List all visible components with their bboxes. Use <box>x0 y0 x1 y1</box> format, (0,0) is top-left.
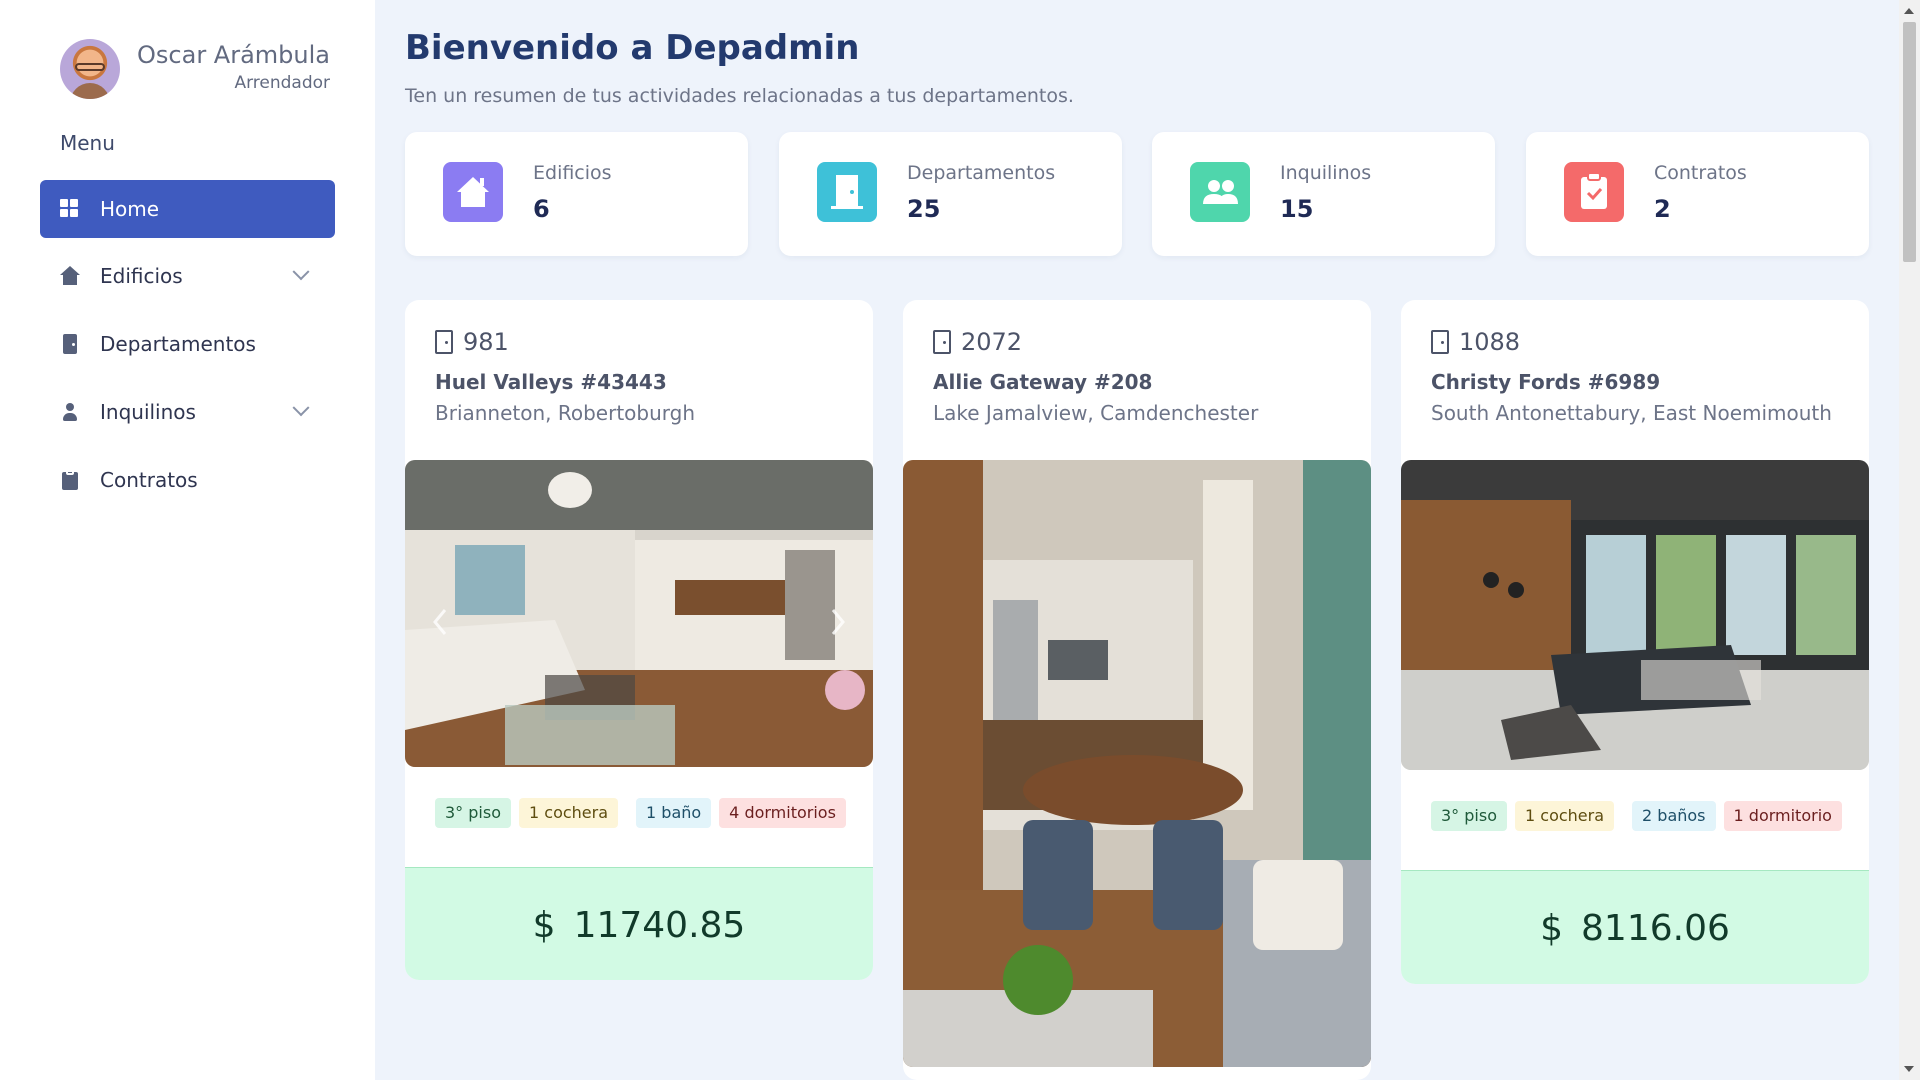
users-icon <box>1190 162 1250 222</box>
sidebar-item-home[interactable]: Home <box>40 180 335 238</box>
sidebar-item-edificios[interactable]: Edificios <box>40 247 335 305</box>
user-role: Arrendador <box>234 73 330 93</box>
bath-badge: 2 baños <box>1632 801 1716 831</box>
floor-badge: 3° piso <box>435 798 511 828</box>
stat-value: 6 <box>533 195 550 223</box>
stat-label: Departamentos <box>907 162 1056 184</box>
user-icon <box>60 402 80 422</box>
apartment-photo[interactable] <box>903 460 1371 1067</box>
floor-badge: 3° piso <box>1431 801 1507 831</box>
house-icon <box>60 266 80 286</box>
stat-label: Edificios <box>533 162 612 184</box>
chevron-down-icon[interactable] <box>292 399 310 417</box>
apartment-number-row: 2072 <box>933 328 1022 356</box>
apartment-city: Brianneton, Robertoburgh <box>435 401 696 425</box>
sidebar-item-contratos[interactable]: Contratos <box>40 451 335 509</box>
apartment-tags: 3° piso 1 cochera 1 baño 4 dormitorios <box>435 798 846 828</box>
scroll-down-arrow-icon[interactable] <box>1904 1066 1914 1072</box>
apartment-photo[interactable] <box>1401 460 1869 770</box>
price-box: $ 11740.85 <box>405 867 873 980</box>
price-value: 8116.06 <box>1581 907 1730 949</box>
bedrooms-badge: 4 dormitorios <box>719 798 846 828</box>
price-value: 11740.85 <box>573 904 746 946</box>
page-title: Bienvenido a Depadmin <box>405 28 860 68</box>
currency-symbol: $ <box>1540 907 1564 949</box>
apartment-number-row: 981 <box>435 328 509 356</box>
apartment-address: Allie Gateway #208 <box>933 370 1153 394</box>
door-icon <box>435 330 453 354</box>
stat-card-edificios[interactable]: Edificios 6 <box>405 132 748 256</box>
apartment-card[interactable]: 1088 Christy Fords #6989 South Antonetta… <box>1401 300 1869 984</box>
door-icon <box>60 334 80 354</box>
apartment-number: 981 <box>463 328 509 356</box>
apartment-tags: 3° piso 1 cochera 2 baños 1 dormitorio <box>1431 801 1842 831</box>
apartment-number-row: 1088 <box>1431 328 1520 356</box>
sidebar-item-inquilinos[interactable]: Inquilinos <box>40 383 335 441</box>
user-name: Oscar Arámbula <box>137 41 330 69</box>
sidebar-item-label: Home <box>100 197 160 221</box>
apartment-photo-carousel[interactable] <box>405 460 873 767</box>
stat-value: 2 <box>1654 195 1671 223</box>
sidebar-item-label: Contratos <box>100 468 198 492</box>
sidebar-item-label: Edificios <box>100 264 183 288</box>
page-subtitle: Ten un resumen de tus actividades relaci… <box>405 85 1074 107</box>
clipboard-check-icon <box>1564 162 1624 222</box>
apartment-address: Huel Valleys #43443 <box>435 370 667 394</box>
apartment-address: Christy Fords #6989 <box>1431 370 1661 394</box>
apartment-card[interactable]: 2072 Allie Gateway #208 Lake Jamalview, … <box>903 300 1371 1080</box>
menu-title: Menu <box>60 131 115 155</box>
avatar <box>60 39 120 99</box>
apartment-city: Lake Jamalview, Camdenchester <box>933 401 1259 425</box>
scroll-thumb[interactable] <box>1903 22 1916 262</box>
garage-badge: 1 cochera <box>1515 801 1615 831</box>
grid-icon <box>60 199 80 219</box>
apartment-card[interactable]: 981 Huel Valleys #43443 Brianneton, Robe… <box>405 300 873 980</box>
sidebar-item-label: Inquilinos <box>100 400 196 424</box>
stat-value: 25 <box>907 195 941 223</box>
house-icon <box>443 162 503 222</box>
scroll-up-arrow-icon[interactable] <box>1904 8 1914 14</box>
stat-card-inquilinos[interactable]: Inquilinos 15 <box>1152 132 1495 256</box>
stat-label: Contratos <box>1654 162 1747 184</box>
price-box: $ 8116.06 <box>1401 870 1869 984</box>
apartment-number: 2072 <box>961 328 1023 356</box>
door-icon <box>817 162 877 222</box>
stat-label: Inquilinos <box>1280 162 1372 184</box>
bedrooms-badge: 1 dormitorio <box>1723 801 1842 831</box>
stat-value: 15 <box>1280 195 1314 223</box>
sidebar-item-label: Departamentos <box>100 332 256 356</box>
sidebar-item-departamentos[interactable]: Departamentos <box>40 315 335 373</box>
clipboard-icon <box>60 470 80 490</box>
stat-card-contratos[interactable]: Contratos 2 <box>1526 132 1869 256</box>
door-icon <box>1431 330 1449 354</box>
vertical-scrollbar[interactable] <box>1899 0 1920 1080</box>
door-icon <box>933 330 951 354</box>
chevron-down-icon[interactable] <box>292 263 310 281</box>
apartment-city: South Antonettabury, East Noemimouth <box>1431 401 1832 425</box>
bath-badge: 1 baño <box>636 798 712 828</box>
apartment-number: 1088 <box>1459 328 1521 356</box>
user-profile[interactable]: Oscar Arámbula Arrendador <box>60 39 330 101</box>
garage-badge: 1 cochera <box>519 798 619 828</box>
currency-symbol: $ <box>532 904 556 946</box>
sidebar: Oscar Arámbula Arrendador Menu Home Edif… <box>0 0 375 1080</box>
stat-card-departamentos[interactable]: Departamentos 25 <box>779 132 1122 256</box>
